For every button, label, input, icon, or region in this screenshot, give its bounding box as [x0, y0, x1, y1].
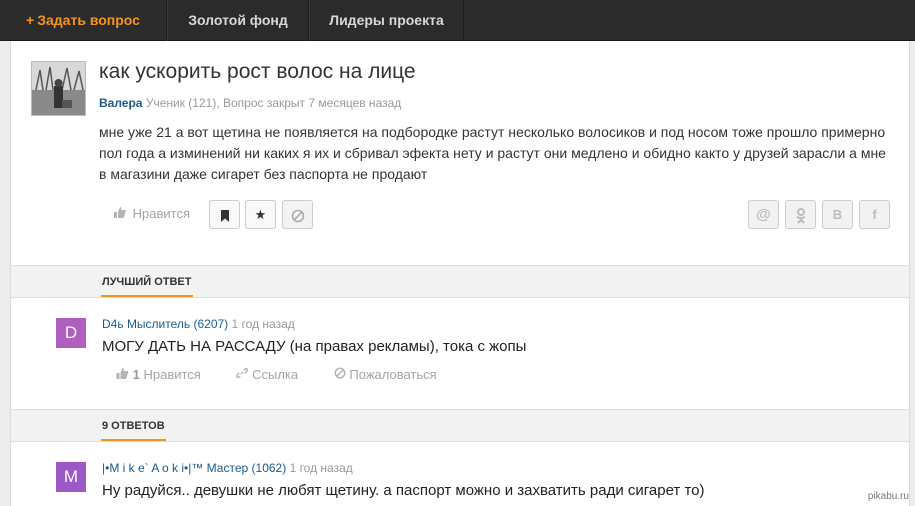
answer-avatar[interactable]: M — [56, 462, 86, 492]
share-facebook-button[interactable]: f — [859, 200, 890, 229]
best-answer-meta: D4ь Мыслитель (6207) 1 год назад — [102, 317, 295, 331]
answers-count-label: 9 ОТВЕТОВ — [101, 410, 166, 441]
best-answer-link-label: Ссылка — [252, 367, 299, 382]
answer-rank: Мастер (1062) — [206, 461, 287, 475]
best-answer-link-button[interactable]: Ссылка — [236, 367, 301, 382]
facebook-icon: f — [872, 207, 877, 222]
best-answer-report-button[interactable]: Пожаловаться — [334, 367, 437, 382]
question-author-link[interactable]: Валера — [99, 96, 142, 110]
odnoklassniki-icon — [796, 207, 805, 224]
star-icon: ★ — [254, 207, 267, 222]
link-icon — [236, 367, 249, 379]
best-answer-header: ЛУЧШИЙ ОТВЕТ — [11, 265, 909, 298]
answer-author-link[interactable]: |•M i k e` A o k i•|™ — [102, 461, 203, 475]
block-icon — [334, 367, 346, 379]
ask-question-label: Задать вопрос — [37, 12, 140, 28]
best-answer-time: 1 год назад — [231, 317, 295, 331]
question-card: как ускорить рост волос на лице Валера У… — [10, 41, 910, 506]
share-vk-button[interactable]: B — [822, 200, 853, 229]
question-body: мне уже 21 а вот щетина не появляется на… — [99, 124, 886, 182]
avatar-photo — [32, 62, 85, 115]
block-button[interactable] — [282, 200, 313, 229]
question-like-label: Нравится — [132, 206, 190, 221]
answer-text: Ну радуйся.. девушки не любят щетину. а … — [102, 482, 705, 499]
vk-icon: B — [832, 207, 843, 222]
best-answer-label: ЛУЧШИЙ ОТВЕТ — [101, 266, 193, 297]
author-avatar[interactable] — [31, 61, 86, 116]
plus-icon: + — [26, 12, 35, 28]
golden-fund-tab[interactable]: Золотой фонд — [167, 0, 309, 41]
question-meta-text: Ученик (121), Вопрос закрыт 7 месяцев на… — [145, 96, 402, 110]
project-leaders-tab[interactable]: Лидеры проекта — [309, 0, 464, 41]
best-answer-like-button[interactable]: 1 Нравится — [116, 367, 204, 382]
answer-time: 1 год назад — [289, 461, 353, 475]
question-like-button[interactable]: Нравится — [114, 206, 190, 221]
question-title: как ускорить рост волос на лице — [99, 60, 416, 83]
best-answer-text: МОГУ ДАТЬ НА РАССАДУ (на правах рекламы)… — [102, 338, 527, 355]
favorite-button[interactable]: ★ — [245, 200, 276, 229]
bookmark-icon — [220, 209, 229, 222]
best-answer-report-label: Пожаловаться — [349, 367, 437, 382]
thumbs-up-icon — [116, 368, 129, 379]
best-answer-like-count: 1 — [132, 367, 140, 382]
top-nav: + Задать вопрос Золотой фонд Лидеры проек… — [0, 0, 915, 41]
best-answer-author-link[interactable]: D4ь — [102, 317, 124, 331]
share-odnoklassniki-button[interactable] — [785, 200, 816, 229]
share-mail-button[interactable]: @ — [748, 200, 779, 229]
mail-at-icon: @ — [756, 206, 771, 223]
best-answer-avatar[interactable]: D — [56, 318, 86, 348]
answer-meta: |•M i k e` A o k i•|™ Мастер (1062) 1 го… — [102, 461, 353, 475]
ask-question-button[interactable]: + Задать вопрос — [0, 0, 167, 41]
best-answer-rank: Мыслитель (6207) — [126, 317, 229, 331]
best-answer-actions: 1 Нравится Ссылка Пожаловаться — [116, 367, 469, 382]
watermark: pikabu.ru — [867, 491, 909, 502]
best-answer-like-label: Нравится — [143, 367, 201, 382]
block-icon — [291, 209, 304, 222]
answers-header: 9 ОТВЕТОВ — [11, 409, 909, 442]
question-meta: Валера Ученик (121), Вопрос закрыт 7 мес… — [99, 96, 401, 110]
bookmark-button[interactable] — [209, 200, 240, 229]
thumbs-up-icon — [114, 206, 130, 221]
